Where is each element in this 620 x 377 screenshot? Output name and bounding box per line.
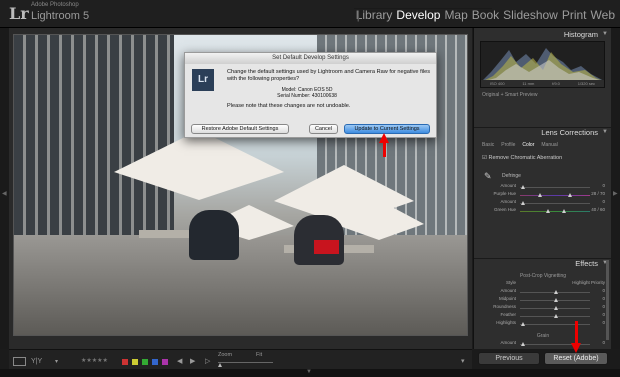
aperture-value: f/9.0 — [552, 81, 560, 86]
dialog-title: Set Default Develop Settings — [185, 53, 436, 64]
tab-profile[interactable]: Profile — [501, 142, 515, 148]
effects-title: Effects — [575, 259, 598, 268]
remove-ca-label: Remove Chromatic Aberration — [488, 155, 563, 161]
annotation-arrow — [383, 142, 386, 157]
vignette-style-select[interactable]: Style Highlight Priority — [480, 280, 605, 288]
dropdown-icon[interactable]: ▾ — [55, 358, 58, 365]
collapse-right-icon[interactable]: ▶ — [613, 190, 618, 197]
vendor-label: Adobe Photoshop — [31, 2, 79, 8]
expand-filmstrip-icon[interactable]: ▼ — [306, 369, 312, 375]
dialog-note: Please note that these changes are not u… — [227, 103, 351, 109]
lens-tabs: Basic Profile Color Manual — [482, 142, 558, 148]
preview-status: Original + Smart Preview — [482, 92, 538, 98]
top-bar: Lr Adobe Photoshop Lightroom 5 Library | … — [0, 0, 620, 28]
defringe-purple-amount-slider[interactable]: Amount 0 — [480, 183, 605, 191]
checkmark-icon: ☑ — [482, 155, 487, 161]
right-edge-strip[interactable]: ▶ — [611, 28, 620, 349]
histogram-caption: ISO 400 11 mm f/9.0 1/320 sec — [481, 80, 604, 87]
collapse-histogram-icon[interactable]: ▼ — [602, 29, 608, 40]
histogram-graph — [481, 48, 604, 82]
expand-left-icon[interactable]: ◀ — [2, 190, 7, 197]
left-panel-collapsed[interactable]: ◀ — [0, 28, 9, 349]
defringe-label: Defringe — [502, 173, 521, 179]
annotation-arrowhead — [379, 133, 389, 143]
lightroom-logo: Lr — [9, 4, 29, 23]
fit-label: Fit — [256, 352, 263, 358]
filmstrip-bar: ▼ — [0, 369, 620, 377]
defringe-green-hue-slider[interactable]: Green Hue 40 / 60 — [480, 207, 605, 215]
previous-photo-icon[interactable]: ◀ — [177, 357, 182, 365]
before-after-icon[interactable]: Y|Y — [31, 358, 42, 365]
histogram-header[interactable]: Histogram ▼ — [474, 29, 612, 40]
histogram-title: Histogram — [563, 30, 598, 39]
dialog-message: Change the default settings used by Ligh… — [227, 69, 431, 82]
focal-length-value: 11 mm — [522, 81, 535, 86]
vignette-midpoint-slider[interactable]: Midpoint 0 — [480, 296, 605, 304]
camera-info: Model: Canon EOS 5D Serial Number: 43010… — [227, 87, 387, 99]
shutter-value: 1/320 sec — [577, 81, 596, 86]
module-develop[interactable]: Develop — [394, 8, 442, 22]
lens-corrections-header[interactable]: Lens Corrections ▼ — [474, 127, 612, 138]
slideshow-play-icon[interactable]: ▷ — [205, 357, 210, 365]
next-photo-icon[interactable]: ▶ — [190, 357, 195, 365]
module-book[interactable]: Book — [470, 8, 501, 22]
module-picker: Library | Develop | Map | Book | Slideshow | … — [353, 8, 617, 22]
label-purple-icon[interactable] — [162, 359, 168, 365]
rating-stars-icon[interactable]: ★★★★★ — [81, 357, 108, 364]
reset-button[interactable]: Reset (Adobe) — [544, 352, 608, 365]
grain-label: Grain — [536, 333, 550, 339]
cancel-button[interactable]: Cancel — [309, 124, 338, 134]
module-web[interactable]: Web — [589, 8, 617, 22]
defringe-purple-hue-slider[interactable]: Purple Hue 28 / 70 — [480, 191, 605, 199]
vignette-roundness-slider[interactable]: Roundness 0 — [480, 304, 605, 312]
zoom-label: Zoom — [218, 352, 233, 358]
histogram[interactable]: ISO 400 11 mm f/9.0 1/320 sec — [480, 41, 605, 88]
zoom-slider[interactable] — [218, 362, 273, 363]
set-default-develop-dialog: Set Default Develop Settings Lr Change t… — [184, 52, 437, 138]
right-panel: Histogram ▼ ISO 400 11 mm f/9.0 1/320 se… — [473, 28, 612, 349]
label-red-icon[interactable] — [122, 359, 128, 365]
label-blue-icon[interactable] — [152, 359, 158, 365]
vignette-label: Post-Crop Vignetting — [519, 273, 567, 279]
zoom-slider-knob[interactable] — [218, 363, 222, 367]
defringe-green-amount-slider[interactable]: Amount 0 — [480, 199, 605, 207]
label-green-icon[interactable] — [142, 359, 148, 365]
lens-corrections-title: Lens Corrections — [541, 128, 598, 137]
label-yellow-icon[interactable] — [132, 359, 138, 365]
restore-defaults-button[interactable]: Restore Adobe Default Settings — [191, 124, 289, 134]
effects-header[interactable]: Effects ▼ — [474, 258, 612, 269]
module-print[interactable]: Print — [560, 8, 589, 22]
tab-color[interactable]: Color — [522, 142, 534, 148]
vignette-feather-slider[interactable]: Feather 0 — [480, 312, 605, 320]
module-map[interactable]: Map — [442, 8, 469, 22]
toolbar-menu-icon[interactable]: ▾ — [461, 357, 465, 365]
tab-manual[interactable]: Manual — [541, 142, 557, 148]
vignette-highlights-slider[interactable]: Highlights 0 — [480, 320, 605, 328]
remove-ca-checkbox[interactable]: ☑ Remove Chromatic Aberration — [482, 155, 562, 161]
collapse-lens-icon[interactable]: ▼ — [602, 127, 608, 138]
panel-scrollbar[interactable] — [606, 260, 609, 340]
reset-annotation-arrow — [575, 321, 578, 343]
module-slideshow[interactable]: Slideshow — [501, 8, 560, 22]
grain-amount-slider[interactable]: Amount 0 — [480, 340, 605, 348]
reset-annotation-arrowhead — [571, 343, 581, 353]
serial-value: 430100638 — [311, 93, 337, 99]
iso-value: ISO 400 — [489, 81, 505, 86]
eyedropper-icon[interactable]: ✎ — [484, 171, 494, 181]
lightroom-app-icon: Lr — [192, 69, 214, 91]
loupe-view-icon[interactable] — [13, 357, 26, 366]
app-title: Lightroom 5 — [31, 10, 90, 22]
serial-label: Serial Number: — [277, 93, 311, 99]
previous-button[interactable]: Previous — [478, 352, 540, 365]
tab-basic[interactable]: Basic — [482, 142, 494, 148]
vignette-amount-slider[interactable]: Amount 0 — [480, 288, 605, 296]
